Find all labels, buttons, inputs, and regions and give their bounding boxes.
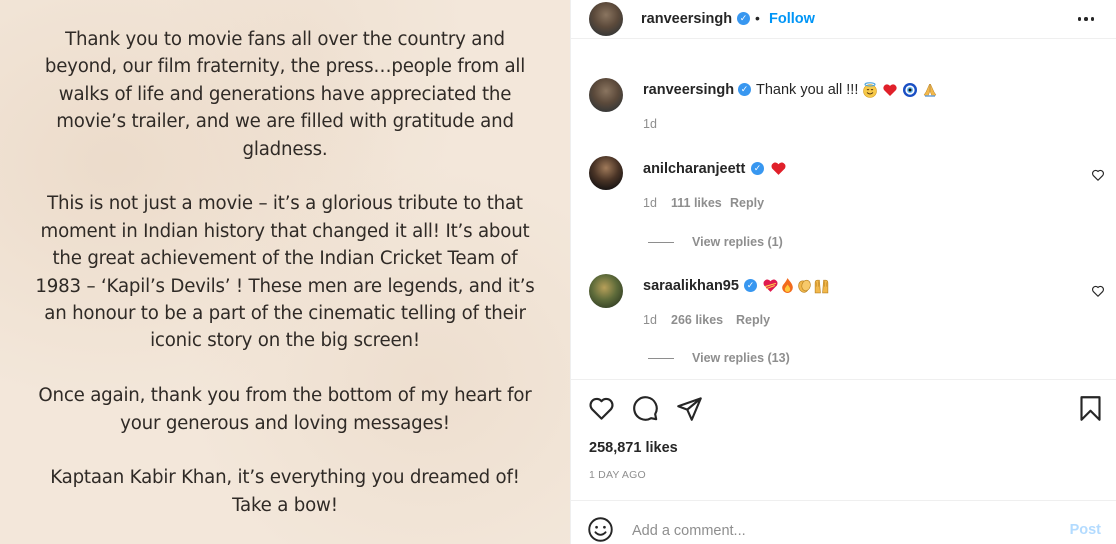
avatar[interactable] (589, 274, 623, 308)
nazar-amulet-emoji (903, 83, 918, 98)
view-replies-label: View replies (1) (692, 235, 783, 249)
follow-button[interactable]: Follow (769, 11, 815, 27)
letter-line: Kaptaan Kabir Khan, it’s everything you … (50, 467, 520, 489)
clapping-hands-emoji (798, 279, 811, 293)
reply-button[interactable]: Reply (730, 196, 764, 210)
letter-line: an honour to be a part of the cinematic … (44, 303, 526, 325)
caption-text: Thank you all !!! (756, 82, 938, 98)
verified-badge-icon: ✓ (738, 83, 751, 96)
letter-line: gladness. (242, 138, 328, 160)
view-replies-label: View replies (13) (692, 351, 790, 365)
comment-age[interactable]: 1d (643, 313, 657, 327)
letter-line: walks of life and generations have appre… (58, 83, 512, 105)
verified-badge-icon: ✓ (744, 279, 757, 292)
post-header: ranveersingh ✓ • Follow (571, 0, 1116, 37)
view-replies-button[interactable]: View replies (13) (648, 351, 790, 365)
share-paper-plane-icon[interactable] (676, 395, 703, 422)
caption-username[interactable]: ranveersingh (643, 82, 734, 98)
comment-likes[interactable]: 111 likes (671, 196, 722, 210)
letter-line: moment in Indian history that changed it… (40, 220, 530, 242)
letter-line: This is not just a movie – it’s a glorio… (47, 193, 523, 215)
comment-age[interactable]: 1d (643, 196, 657, 210)
letter-line: iconic story on the big screen! (150, 330, 420, 352)
letter-line: 1983 – ‘Kapil’s Devils’ ! These men are … (35, 275, 535, 297)
post-image[interactable]: Thank you to movie fans all over the cou… (0, 0, 570, 544)
reply-button[interactable]: Reply (736, 313, 770, 327)
caption-body: Thank you all !!! (756, 82, 859, 98)
avatar[interactable] (589, 78, 623, 112)
more-options-icon[interactable] (1077, 10, 1095, 28)
letter-line: Thank you to movie fans all over the cou… (65, 29, 505, 50)
red-heart-emoji (771, 162, 786, 175)
smiling-halo-emoji (863, 82, 878, 98)
letter-line: beyond, our film fraternity, the press…p… (44, 56, 526, 78)
letter-line: your generous and loving messages! (120, 412, 450, 434)
letter-line: Take a bow! (232, 494, 338, 516)
comment-likes[interactable]: 266 likes (671, 313, 723, 327)
comment-input[interactable] (632, 519, 1032, 543)
view-replies-button[interactable]: View replies (1) (648, 235, 783, 249)
like-comment-heart-icon[interactable] (1091, 284, 1105, 298)
raised-hands-emoji (814, 279, 829, 294)
replies-line (648, 357, 674, 359)
like-comment-heart-icon[interactable] (1091, 168, 1105, 182)
composer-divider (571, 500, 1116, 501)
post-side-panel: ranveersingh ✓ • Follow ranveersingh ✓ T… (570, 0, 1116, 544)
heart-ribbon-emoji (763, 279, 778, 292)
replies-line (648, 241, 674, 243)
post-letter-text: Thank you to movie fans all over the cou… (0, 26, 570, 519)
avatar[interactable] (589, 2, 623, 36)
emoji-picker-icon[interactable] (587, 516, 614, 543)
post-comment-button[interactable]: Post (1070, 522, 1101, 538)
save-bookmark-icon[interactable] (1077, 395, 1104, 422)
verified-badge-icon: ✓ (751, 162, 764, 175)
comment-username[interactable]: saraalikhan95 (643, 278, 739, 294)
comment-text (770, 160, 787, 177)
comment-text (762, 277, 830, 294)
letter-line: movie’s trailer, and we are filled with … (56, 111, 514, 133)
like-heart-icon[interactable] (588, 395, 615, 422)
verified-badge-icon: ✓ (737, 12, 750, 25)
post-timestamp: 1 DAY AGO (589, 469, 646, 481)
comment-username[interactable]: anilcharanjeett (643, 161, 745, 177)
header-username[interactable]: ranveersingh (641, 11, 732, 27)
actions-divider (571, 379, 1116, 380)
header-divider (571, 38, 1116, 39)
avatar[interactable] (589, 156, 623, 190)
red-heart-emoji (883, 84, 898, 97)
letter-line: the great achievement of the Indian Cric… (52, 248, 518, 270)
comment-bubble-icon[interactable] (632, 395, 659, 422)
folded-hands-emoji (924, 84, 937, 97)
caption-age[interactable]: 1d (643, 117, 657, 131)
letter-line: Once again, thank you from the bottom of… (38, 385, 532, 407)
fire-emoji (782, 278, 793, 293)
likes-count[interactable]: 258,871 likes (589, 440, 678, 456)
separator-dot: • (755, 10, 760, 26)
